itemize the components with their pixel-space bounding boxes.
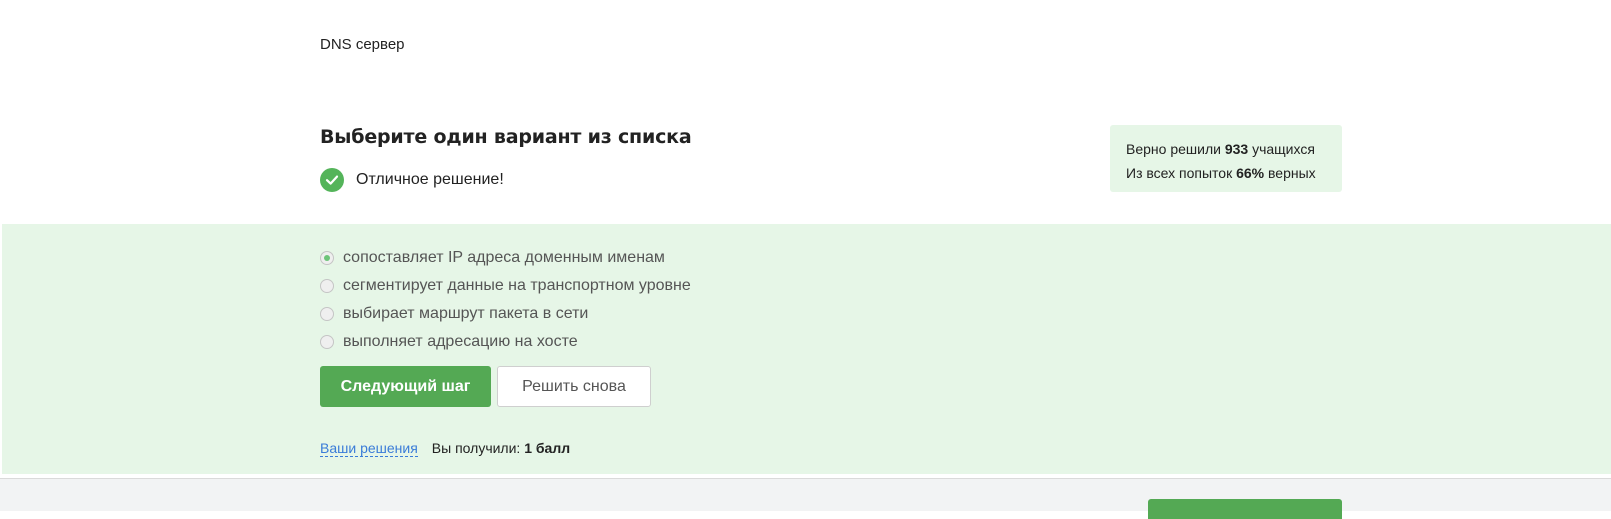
- check-circle-icon: [320, 168, 344, 192]
- score-value: 1 балл: [524, 440, 571, 456]
- stats-percent-line: Из всех попыток 66% верных: [1126, 161, 1326, 185]
- result-row: Отличное решение!: [320, 168, 504, 192]
- result-message: Отличное решение!: [356, 171, 504, 188]
- option-label: сегментирует данные на транспортном уров…: [343, 277, 691, 294]
- radio-button[interactable]: [320, 335, 334, 349]
- stats-solved-suffix: учащихся: [1252, 141, 1315, 157]
- stats-solved-count: 933: [1224, 141, 1249, 157]
- stats-percent-suffix: верных: [1268, 165, 1316, 181]
- option-item[interactable]: выполняет адресацию на хосте: [320, 328, 691, 356]
- retry-button[interactable]: Решить снова: [497, 366, 651, 407]
- option-item[interactable]: сопоставляет IP адреса доменным именам: [320, 244, 691, 272]
- option-label: выполняет адресацию на хосте: [343, 333, 578, 350]
- next-step-button[interactable]: Следующий шаг: [320, 366, 491, 407]
- footer-row: Ваши решения Вы получили: 1 балл: [320, 440, 570, 457]
- stats-percent-value: 66%: [1236, 165, 1265, 181]
- step-title: DNS сервер: [320, 36, 405, 53]
- option-item[interactable]: выбирает маршрут пакета в сети: [320, 300, 691, 328]
- stats-percent-prefix: Из всех попыток: [1126, 165, 1233, 181]
- radio-button[interactable]: [320, 251, 334, 265]
- bottom-next-button[interactable]: [1148, 499, 1342, 519]
- bottom-bar: [0, 478, 1611, 511]
- stats-solved-prefix: Верно решили: [1126, 141, 1221, 157]
- radio-button[interactable]: [320, 307, 334, 321]
- score-text: Вы получили: 1 балл: [432, 440, 570, 456]
- your-solutions-link[interactable]: Ваши решения: [320, 440, 418, 457]
- option-label: сопоставляет IP адреса доменным именам: [343, 249, 665, 266]
- option-item[interactable]: сегментирует данные на транспортном уров…: [320, 272, 691, 300]
- stats-solved-line: Верно решили 933 учащихся: [1126, 137, 1326, 161]
- options-list: сопоставляет IP адреса доменным именам с…: [320, 244, 691, 356]
- score-prefix: Вы получили:: [431, 440, 521, 456]
- quiz-header: Выберите один вариант из списка: [320, 126, 692, 148]
- radio-button[interactable]: [320, 279, 334, 293]
- answer-area: [2, 224, 1611, 474]
- stats-box: Верно решили 933 учащихся Из всех попыто…: [1110, 125, 1342, 192]
- option-label: выбирает маршрут пакета в сети: [343, 305, 589, 322]
